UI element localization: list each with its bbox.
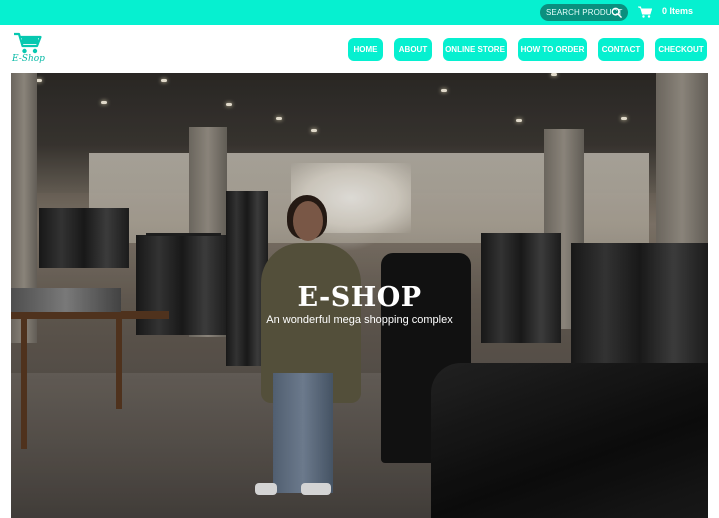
nav-home[interactable]: HOME [348,38,383,61]
header: E-Shop HOME ABOUT ONLINE STORE HOW TO OR… [0,25,719,73]
search-icon[interactable] [611,7,622,18]
nav-how-to-order[interactable]: HOW TO ORDER [518,38,587,61]
nav-online-store[interactable]: ONLINE STORE [443,38,507,61]
shopping-cart-logo-icon [14,32,42,54]
hero-title: E-SHOP [297,282,422,313]
nav-contact[interactable]: CONTACT [598,38,644,61]
top-bar: SEARCH PRODUCT 0 Items [0,0,719,25]
cart-icon[interactable] [638,6,652,18]
nav-about[interactable]: ABOUT [394,38,432,61]
logo-text: E-Shop [12,54,45,64]
site-logo[interactable]: E-Shop [12,32,46,68]
nav-checkout[interactable]: CHECKOUT [655,38,707,61]
hero-subtitle: An wonderful mega shopping complex [266,314,453,326]
hero-banner: E-SHOP An wonderful mega shopping comple… [11,73,708,518]
cart-count[interactable]: 0 Items [662,6,693,16]
search-box[interactable]: SEARCH PRODUCT [540,4,628,21]
